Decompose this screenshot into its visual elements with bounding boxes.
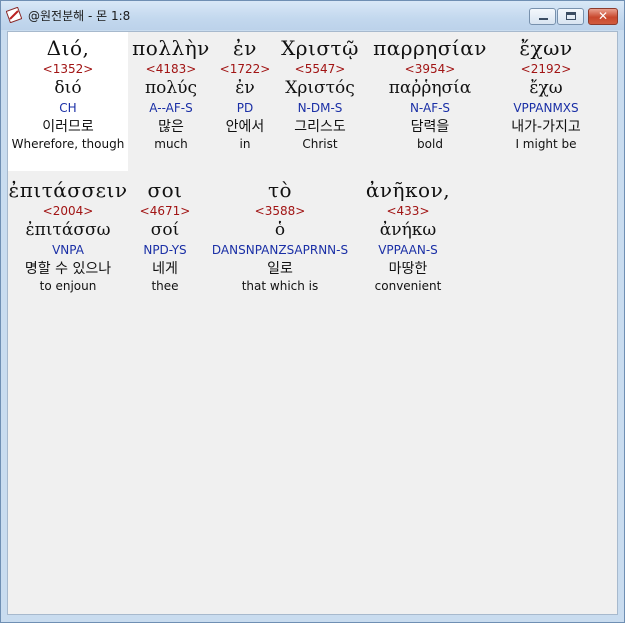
lemma: ὁ — [274, 220, 286, 240]
greek-word: παρρησίαν — [373, 36, 487, 60]
greek-word: ἐν — [233, 36, 257, 60]
korean-gloss: 많은 — [158, 119, 184, 135]
parsing-code: NPD-YS — [143, 243, 187, 257]
lemma: διό — [54, 78, 82, 98]
app-icon — [6, 7, 22, 23]
strong-number: <3954> — [404, 62, 456, 76]
strong-number: <1352> — [42, 62, 94, 76]
greek-word: σοι — [147, 178, 183, 202]
strong-number: <4183> — [145, 62, 197, 76]
lemma: ἐν — [235, 78, 255, 98]
greek-word: ἐπιτάσσειν — [8, 178, 128, 202]
lemma: σοί — [150, 220, 180, 240]
parsing-code: CH — [59, 101, 77, 115]
close-icon: ✕ — [597, 9, 609, 23]
interlinear-panel[interactable]: Διό, <1352> διό CH 이러므로 Wherefore, thoug… — [7, 31, 618, 615]
minimize-button[interactable] — [529, 8, 556, 25]
korean-gloss: 이러므로 — [42, 119, 94, 135]
title-bar[interactable]: @원전분해 - 몬 1:8 ✕ — [1, 1, 624, 30]
lemma: ἀνήκω — [379, 220, 437, 240]
window-title: @원전분해 - 몬 1:8 — [28, 9, 131, 23]
english-gloss: I might be — [515, 137, 577, 151]
word-block[interactable]: παρρησίαν <3954> παῤῥησία N-AF-S 담력을 bol… — [365, 35, 495, 155]
lemma: παῤῥησία — [388, 78, 472, 98]
word-block[interactable]: ἔχων <2192> ἔχω VPPANMXS 내가-가지고 I might … — [494, 35, 598, 155]
parsing-code: VPPAAN-S — [378, 243, 438, 257]
english-gloss: Christ — [302, 137, 338, 151]
parsing-code: VNPA — [52, 243, 84, 257]
strong-number: <3588> — [254, 204, 306, 218]
korean-gloss: 명할 수 있으나 — [24, 261, 112, 277]
word-block[interactable]: Χριστῷ <5547> Χριστός N-DM-S 그리스도 Christ — [274, 35, 366, 155]
strong-number: <433> — [386, 204, 430, 218]
korean-gloss: 그리스도 — [294, 119, 346, 135]
lemma: ἐπιτάσσω — [25, 220, 111, 240]
korean-gloss: 네게 — [152, 261, 178, 277]
korean-gloss: 내가-가지고 — [511, 119, 581, 135]
parsing-code: VPPANMXS — [513, 101, 579, 115]
minimize-icon — [539, 18, 548, 20]
greek-word: ἔχων — [519, 36, 573, 60]
word-block[interactable]: ἀνῆκον, <433> ἀνήκω VPPAAN-S 마땅한 conveni… — [360, 177, 456, 297]
greek-word: Χριστῷ — [281, 36, 359, 60]
korean-gloss: 담력을 — [410, 119, 450, 135]
english-gloss: bold — [417, 137, 443, 151]
greek-word: τὸ — [267, 178, 293, 202]
strong-number: <2192> — [520, 62, 572, 76]
english-gloss: to enjoun — [39, 279, 97, 293]
word-block[interactable]: ἐν <1722> ἐν PD 안에서 in — [215, 35, 275, 155]
greek-word: Διό, — [46, 36, 90, 60]
lemma: ἔχω — [529, 78, 563, 98]
word-block[interactable]: Διό, <1352> διό CH 이러므로 Wherefore, thoug… — [8, 35, 128, 155]
english-gloss: thee — [151, 279, 179, 293]
strong-number: <1722> — [219, 62, 271, 76]
korean-gloss: 마땅한 — [388, 261, 428, 277]
word-block[interactable]: σοι <4671> σοί NPD-YS 네게 thee — [132, 177, 198, 297]
maximize-button[interactable] — [557, 8, 584, 25]
greek-word: πολλὴν — [132, 36, 210, 60]
app-window: @원전분해 - 몬 1:8 ✕ Διό, <1352> διό CH 이러므로 … — [0, 0, 625, 623]
parsing-code: N-AF-S — [409, 101, 451, 115]
maximize-icon — [566, 12, 576, 20]
strong-number: <2004> — [42, 204, 94, 218]
lemma: πολύς — [144, 78, 198, 98]
english-gloss: that which is — [241, 279, 319, 293]
parsing-code: PD — [236, 101, 254, 115]
lemma: Χριστός — [285, 78, 355, 98]
english-gloss: convenient — [374, 279, 442, 293]
korean-gloss: 일로 — [267, 261, 293, 277]
english-gloss: Wherefore, though — [11, 137, 125, 151]
strong-number: <4671> — [139, 204, 191, 218]
close-button[interactable]: ✕ — [588, 8, 618, 25]
parsing-code: N-DM-S — [297, 101, 343, 115]
parsing-code: DANSNPANZSAPRNN-S — [211, 243, 349, 257]
english-gloss: much — [154, 137, 188, 151]
strong-number: <5547> — [294, 62, 346, 76]
parsing-code: A--AF-S — [149, 101, 193, 115]
word-block[interactable]: πολλὴν <4183> πολύς A--AF-S 많은 much — [127, 35, 215, 155]
english-gloss: in — [239, 137, 251, 151]
word-block[interactable]: τὸ <3588> ὁ DANSNPANZSAPRNN-S 일로 that wh… — [204, 177, 356, 297]
korean-gloss: 안에서 — [225, 119, 265, 135]
greek-word: ἀνῆκον, — [365, 178, 451, 202]
word-block[interactable]: ἐπιτάσσειν <2004> ἐπιτάσσω VNPA 명할 수 있으나… — [8, 177, 128, 297]
